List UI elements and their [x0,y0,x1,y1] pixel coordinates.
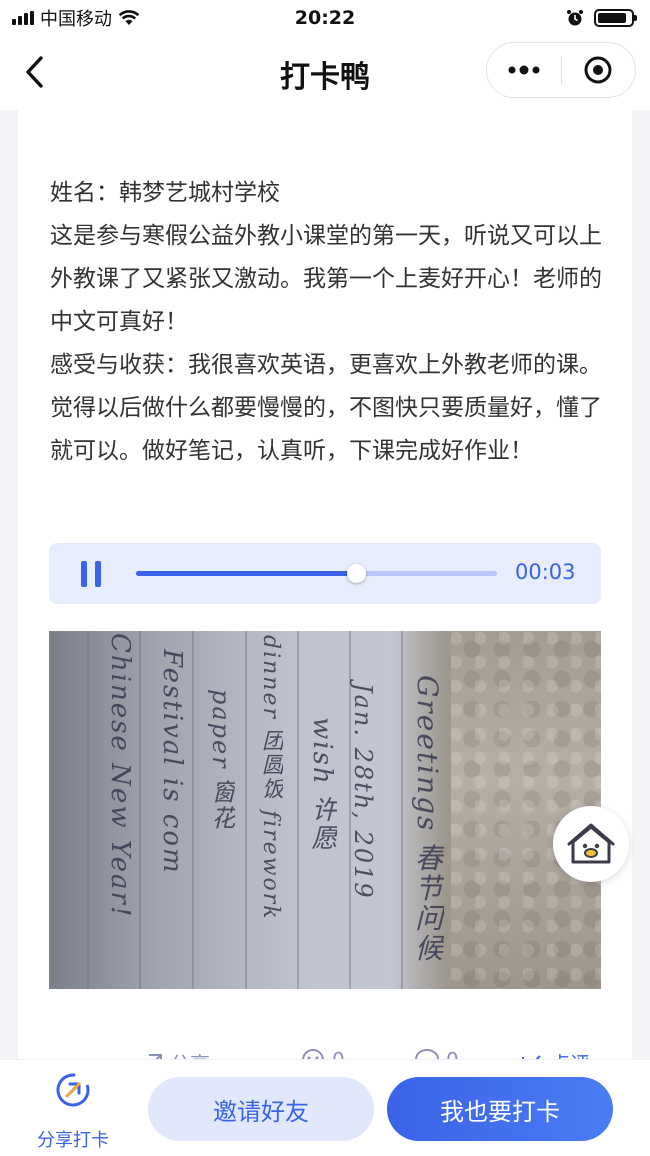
audio-progress-fill [136,571,357,576]
post-line: 这是参与寒假公益外教小课堂的第一天，听说又可以上外教课了又紧张又激动。我第一个上… [50,223,602,335]
signal-icon [12,11,34,25]
post-line: 感受与收获：我很喜欢英语，更喜欢上外教老师的课。觉得以后做什么都要慢慢的，不图快… [50,352,602,464]
handwriting-line: Greetings 春节问候 [411,675,444,964]
home-button[interactable] [553,806,629,882]
handwriting-line: Festival is com [157,649,187,875]
post-photo[interactable]: Greetings 春节问候 Jan. 28th, 2019 wish 许愿 d… [49,631,601,989]
post-line: 姓名：韩梦艺城村学校 [50,180,280,206]
status-left: 中国移动 [12,5,140,31]
alarm-icon [567,10,583,26]
handwriting-line: dinner 团圆饭 firework [258,635,283,921]
post-text: 姓名：韩梦艺城村学校 这是参与寒假公益外教小课堂的第一天，听说又可以上外教课了又… [50,172,606,473]
share-arrow-icon [56,1073,90,1107]
target-icon [584,56,612,84]
pause-icon [81,561,87,587]
more-button[interactable] [487,43,561,97]
invite-friends-button[interactable]: 邀请好友 [148,1077,374,1141]
status-right [566,9,637,27]
status-bar: 中国移动 20:22 [0,0,650,36]
audio-progress-track[interactable] [136,564,497,583]
home-icon [567,823,615,864]
audio-time: 00:03 [515,560,576,584]
handwriting-line: paper 窗花 [207,689,235,832]
handwriting-line: Jan. 28th, 2019 [349,683,377,900]
post-card: 姓名：韩梦艺城村学校 这是参与寒假公益外教小课堂的第一天，听说又可以上外教课了又… [18,110,632,1110]
handwriting-line: Chinese New Year! [105,633,135,919]
miniprogram-capsule [486,42,636,98]
battery-icon [594,9,637,27]
close-miniprogram-button[interactable] [562,43,636,97]
pause-button[interactable] [81,561,103,587]
carrier-label: 中国移动 [40,9,112,30]
checkin-button[interactable]: 我也要打卡 [387,1077,613,1141]
more-icon [508,65,540,75]
wifi-icon [118,10,140,25]
audio-player: 00:03 [49,543,601,604]
share-checkin-button[interactable]: 分享打卡 [28,1072,118,1152]
share-checkin-label: 分享打卡 [37,1130,109,1151]
nav-bar: 打卡鸭 [0,36,650,110]
bottom-bar: 分享打卡 邀请好友 我也要打卡 [0,1059,650,1156]
handwriting-line: wish 许愿 [307,717,337,852]
audio-progress-thumb[interactable] [347,564,367,583]
